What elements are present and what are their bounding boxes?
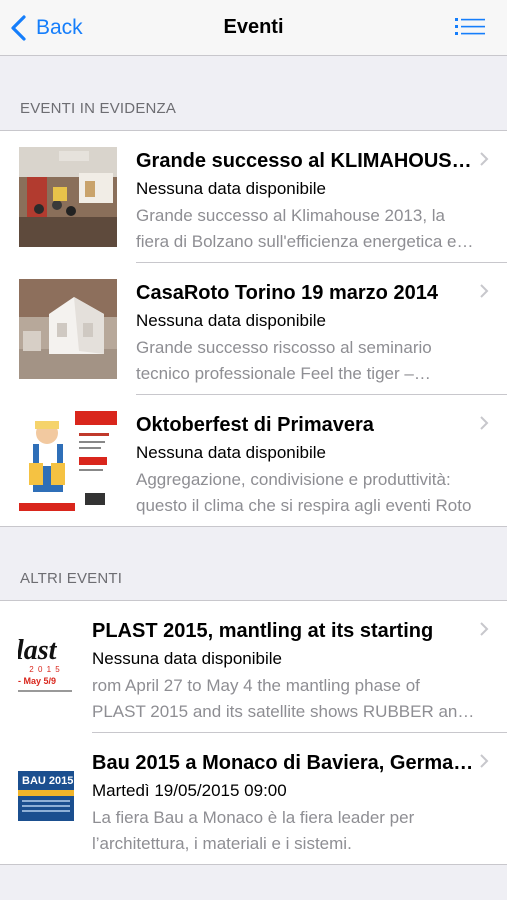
event-description: Grande successo riscosso al seminario te… <box>136 338 432 383</box>
event-date: Nessuna data disponibile <box>136 443 326 462</box>
event-row[interactable]: Grande successo al KLIMAHOUSE 2013 Nessu… <box>0 131 507 263</box>
event-description: rom April 27 to May 4 the mantling phase… <box>92 676 467 721</box>
section-header-other: ALTRI EVENTI <box>20 570 123 587</box>
event-date: Nessuna data disponibile <box>136 179 326 198</box>
event-date: Nessuna data disponibile <box>136 311 326 330</box>
list-icon[interactable] <box>455 16 485 40</box>
event-title: CasaRoto Torino 19 marzo 2014 <box>136 282 438 304</box>
event-title: Bau 2015 a Monaco di Baviera, Germania <box>92 752 477 774</box>
thumbnail-logo-dates: - May 5/9 <box>18 676 57 686</box>
event-thumbnail: BAU 2015 <box>18 771 74 821</box>
event-title: Grande successo al KLIMAHOUSE 2013 <box>136 150 477 172</box>
thumbnail-logo-year: 2 0 1 5 <box>29 665 61 674</box>
chevron-right-icon <box>480 152 489 166</box>
event-date: Martedì 19/05/2015 09:00 <box>92 781 287 800</box>
event-row[interactable]: BAU 2015 Bau 2015 a Monaco di Baviera, G… <box>0 733 507 864</box>
chevron-right-icon <box>480 622 489 636</box>
event-description: La fiera Bau a Monaco è la fiera leader … <box>92 808 415 853</box>
event-description: Aggregazione, condivisione e produttivit… <box>136 470 472 515</box>
chevron-right-icon <box>480 284 489 298</box>
thumbnail-logo-text: BAU 2015 <box>22 775 74 787</box>
event-row[interactable]: Oktoberfest di Primavera Nessuna data di… <box>0 395 507 526</box>
page-title: Eventi <box>223 16 284 38</box>
navigation-bar: Back Eventi <box>0 0 507 56</box>
chevron-right-icon <box>480 754 489 768</box>
event-title: PLAST 2015, mantling at its starting <box>92 620 434 642</box>
other-events-list: last 2 0 1 5 - May 5/9 PLAST 2015, mantl… <box>0 600 507 865</box>
chevron-right-icon <box>480 416 489 430</box>
section-header-featured: EVENTI IN EVIDENZA <box>20 100 177 117</box>
event-row[interactable]: CasaRoto Torino 19 marzo 2014 Nessuna da… <box>0 263 507 395</box>
thumbnail-logo-text: last <box>18 637 57 666</box>
event-date: Nessuna data disponibile <box>92 649 282 668</box>
featured-events-list: Grande successo al KLIMAHOUSE 2013 Nessu… <box>0 130 507 527</box>
event-thumbnail <box>19 279 117 379</box>
event-thumbnail: last 2 0 1 5 - May 5/9 <box>18 637 72 695</box>
event-thumbnail <box>19 147 117 247</box>
event-description: Grande successo al Klimahouse 2013, la f… <box>136 206 475 251</box>
event-row[interactable]: last 2 0 1 5 - May 5/9 PLAST 2015, mantl… <box>0 601 507 733</box>
event-title: Oktoberfest di Primavera <box>136 414 374 436</box>
event-thumbnail <box>19 411 117 511</box>
